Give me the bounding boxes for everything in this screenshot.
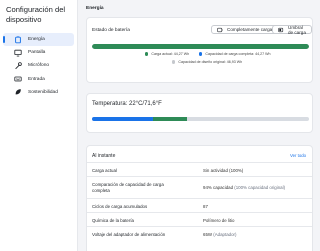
battery-label: Estado de batería [92, 28, 130, 33]
temperature-segment [152, 117, 188, 121]
sidebar-item-label: Entrada [28, 76, 45, 82]
temperature-segment [187, 117, 309, 121]
sidebar-item-label: Micrófono [28, 63, 50, 69]
sidebar-nav: Energía Pantalla Micrófono Entrada Soste… [0, 33, 77, 99]
row-key: Voltaje del adaptador de alimentación [92, 232, 166, 237]
legend-design-capacity: Capacidad de diseño original: 46,93 Wh [172, 60, 242, 64]
charge-threshold-button[interactable]: Umbral de carga [272, 24, 312, 35]
battery-full-icon [217, 27, 223, 33]
legend-dot-gray [172, 60, 176, 64]
sidebar-item-label: Sostenibilidad [28, 89, 58, 95]
row-value: 65W (Adaptador) [203, 232, 237, 237]
row-key: Comparación de capacidad de carga comple… [92, 182, 164, 193]
details-heading: Al instante [92, 153, 116, 159]
table-row: Química de la batería Polímero de litio [87, 212, 312, 226]
temperature-bar [92, 117, 309, 121]
leaf-icon [13, 88, 22, 97]
row-key: Química de la batería [92, 218, 134, 223]
view-all-link[interactable]: Ver todo [290, 153, 306, 158]
table-row: Comparación de capacidad de carga comple… [87, 176, 312, 198]
legend-dot-blue [199, 52, 203, 56]
legend-full-capacity-text: Capacidad de carga completa: 44,27 Wh [205, 52, 271, 56]
sidebar-title: Configuración del dispositivo [6, 5, 66, 24]
battery-card: Estado de batería Completamente cargada … [86, 17, 313, 83]
microphone-icon [13, 61, 22, 70]
row-key: Ciclos de carga acumulados [92, 204, 148, 209]
temperature-card: Temperatura: 22°C/71,6°F [86, 93, 313, 133]
sidebar-item-label: Energía [28, 37, 45, 43]
battery-threshold-icon [278, 27, 284, 33]
sidebar-item-label: Pantalla [28, 50, 46, 56]
table-row: Carga actual Sin actividad (100%) [87, 162, 312, 176]
legend-dot-green [145, 52, 149, 56]
legend-design-capacity-text: Capacidad de diseño original: 46,93 Wh [178, 60, 243, 64]
row-value: 94% capacidad (100% capacidad original) [203, 185, 286, 190]
keyboard-icon [13, 75, 22, 84]
legend-current-charge-text: Carga actual: 44,27 Wh [151, 52, 190, 56]
row-value: Sin actividad (100%) [203, 168, 244, 173]
row-value: Polímero de litio [203, 218, 235, 223]
table-row: Voltaje del adaptador de alimentación 65… [87, 226, 312, 240]
power-icon [13, 35, 22, 44]
battery-level-fill [92, 44, 309, 49]
row-value: 87 [203, 204, 208, 209]
temperature-label: Temperatura: 22°C/71,6°F [92, 101, 162, 107]
details-card: Al instante Ver todo Carga actual Sin ac… [86, 145, 313, 251]
monitor-icon [13, 48, 22, 57]
sidebar-item-microfono[interactable]: Micrófono [3, 59, 74, 72]
charge-threshold-label: Umbral de carga [288, 24, 306, 35]
fully-charged-label: Completamente cargada [227, 27, 278, 32]
sidebar-item-pantalla[interactable]: Pantalla [3, 46, 74, 59]
table-row: Ciclos de carga acumulados 87 [87, 198, 312, 212]
battery-level-bar [92, 44, 309, 49]
legend-current-charge: Carga actual: 44,27 Wh [145, 52, 189, 56]
row-key: Carga actual [92, 168, 117, 173]
page-title: Energía [86, 6, 104, 11]
sidebar-item-energia[interactable]: Energía [3, 33, 74, 47]
temperature-segment [92, 117, 153, 121]
legend-full-capacity: Capacidad de carga completa: 44,27 Wh [199, 52, 271, 56]
main-content: Energía Estado de batería Completamente … [86, 0, 320, 251]
sidebar-item-entrada[interactable]: Entrada [3, 73, 74, 86]
sidebar: Configuración del dispositivo Energía Pa… [0, 0, 78, 251]
sidebar-item-sostenibilidad[interactable]: Sostenibilidad [3, 86, 74, 99]
